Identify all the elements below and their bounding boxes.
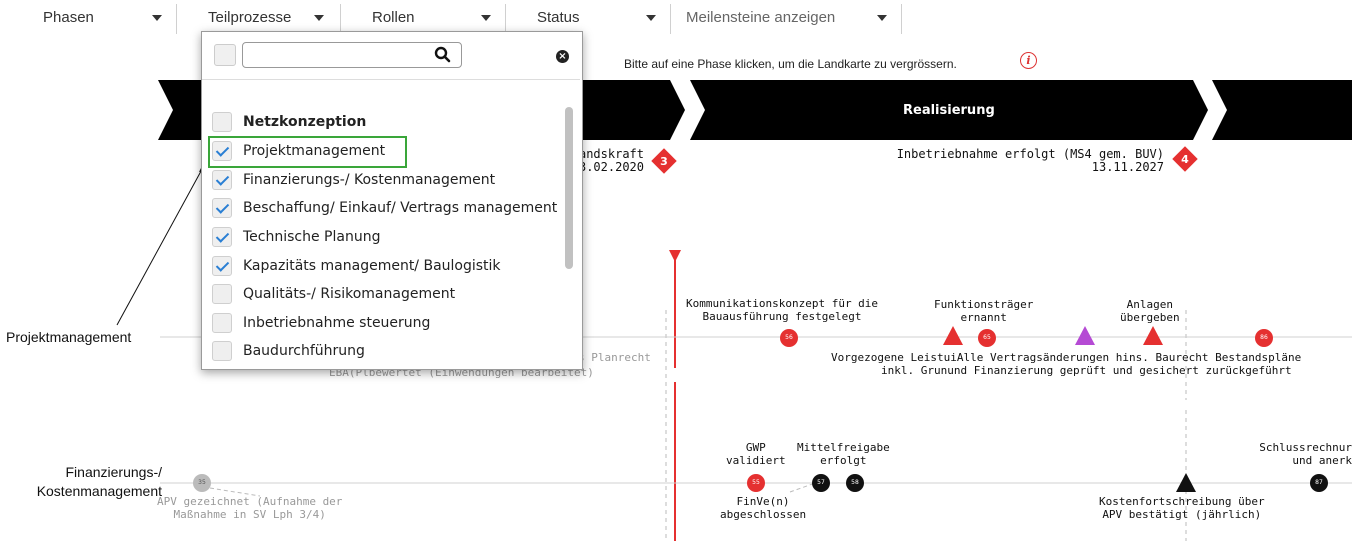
event-anlagen-label: Anlagen übergeben	[1120, 298, 1180, 324]
event-dot[interactable]: 55	[747, 474, 765, 492]
checkbox[interactable]	[212, 198, 232, 218]
dropdown-item[interactable]: Finanzierungs-/ Kostenmanagement	[212, 169, 562, 195]
checkbox[interactable]	[212, 227, 232, 247]
checkbox[interactable]	[212, 313, 232, 333]
clear-icon[interactable]: ×	[556, 50, 569, 63]
checkbox[interactable]	[212, 170, 232, 190]
lane-title-projektmanagement: Projektmanagement	[6, 329, 132, 345]
event-dot[interactable]: 57	[812, 474, 830, 492]
dropdown-item[interactable]: Netzkonzeption	[212, 111, 562, 137]
event-kommunikationskonzept-label: Kommunikationskonzept für die Bauausführ…	[686, 297, 879, 323]
scrollbar-thumb[interactable]	[565, 107, 573, 269]
checkbox[interactable]	[212, 256, 232, 276]
dropdown-item[interactable]: Beschaffung/ Einkauf/ Vertrags managemen…	[212, 197, 562, 223]
event-dot[interactable]: 58	[846, 474, 864, 492]
lane-title-finanzierung: Finanzierungs-/ Kostenmanagement	[36, 464, 162, 499]
dropdown-item[interactable]: Baudurchführung	[212, 340, 562, 366]
milestone-triangle-purple[interactable]	[1075, 326, 1095, 345]
event-dot[interactable]: 86	[1255, 329, 1273, 347]
highlight-box	[208, 136, 407, 168]
annotation-arrow	[116, 161, 207, 326]
event-dot[interactable]: 56	[780, 329, 798, 347]
checkbox[interactable]	[212, 112, 232, 132]
event-planrecht-label: s Planrecht	[578, 351, 651, 364]
event-dot[interactable]: 65	[978, 329, 996, 347]
dropdown-item[interactable]: Technische Planung	[212, 226, 562, 252]
milestone-triangle[interactable]	[943, 326, 963, 345]
search-icon[interactable]	[434, 46, 452, 64]
event-schluss-label: Schlussrechnur und anerk	[1259, 441, 1352, 467]
event-dot[interactable]: 87	[1310, 474, 1328, 492]
milestone-triangle[interactable]	[1143, 326, 1163, 345]
teilprozesse-dropdown: × Netzkonzeption Projektmanagement Finan…	[201, 31, 583, 370]
divider	[202, 79, 580, 80]
event-dot[interactable]: 35	[193, 474, 211, 492]
search-input[interactable]	[242, 42, 462, 68]
event-apv-label: APV gezeichnet (Aufnahme der Maßnahme in…	[157, 495, 343, 521]
dropdown-item[interactable]: Kapazitäts management/ Baulogistik	[212, 255, 562, 281]
event-gwp-label: GWP validiert	[726, 441, 786, 467]
event-bottom-labels: Vorgezogene LeistuiAlle Vertragsänderung…	[831, 351, 1302, 377]
event-mittelfreigabe-label: Mittelfreigabe erfolgt	[797, 441, 890, 467]
event-kostenfortschreibung-label: Kostenfortschreibung über APV bestätigt …	[1099, 495, 1265, 521]
event-finve-label: FinVe(n) abgeschlossen	[720, 495, 807, 521]
checkbox[interactable]	[212, 284, 232, 304]
dropdown-item[interactable]: Inbetriebnahme steuerung	[212, 312, 562, 338]
dropdown-item[interactable]: Qualitäts-/ Risikomanagement	[212, 283, 562, 309]
event-funktionstraeger-label: Funktionsträger ernannt	[934, 298, 1034, 324]
checkbox[interactable]	[212, 341, 232, 361]
select-all-checkbox[interactable]	[214, 44, 236, 66]
